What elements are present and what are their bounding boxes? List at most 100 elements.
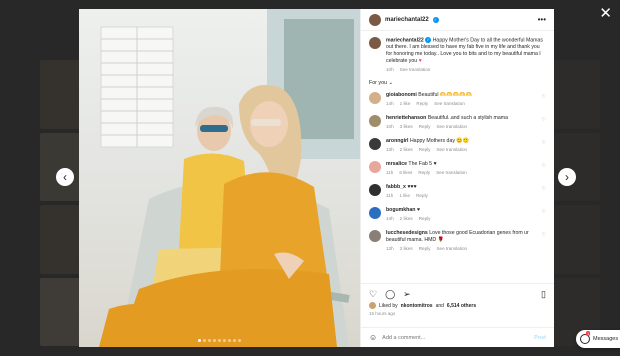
comment-likes[interactable]: 2 likes [400,147,413,152]
like-heart-icon[interactable]: ♡ [369,289,377,299]
more-options-icon[interactable]: ••• [538,15,546,24]
comment-like-heart-icon[interactable]: ♡ [542,117,546,123]
emoji-smiley-icon[interactable]: ☺ [369,333,377,342]
comment-reply-link[interactable]: Reply [419,147,431,152]
post-timestamp: 15 hours ago [369,311,396,316]
comment-like-heart-icon[interactable]: ♡ [542,94,546,100]
comment-like-heart-icon[interactable]: ♡ [542,232,546,238]
post-caption: mariechantal22 ✓ Happy Mother's Day to a… [369,37,546,72]
liked-by-summary[interactable]: Liked by nkontomitros and 6,514 others [369,302,546,309]
comment-text: Happy Mothers day 😊🙂 [409,138,470,145]
post-actions: ♡ ◯ ➢ ▯ Liked by nkontomitros and 6,514 … [361,283,554,327]
comment-username[interactable]: aronngirl [386,138,408,144]
verified-badge-icon: ✓ [432,16,439,23]
caption-avatar[interactable] [369,37,381,49]
comment-text: Beautiful 🫶🫶🫶🫶🫶 [418,92,473,99]
comment-input[interactable] [382,334,530,341]
liked-by-join: and [435,302,444,309]
commenter-avatar[interactable] [369,115,381,128]
caption-time: 10h [386,67,394,73]
comment-reply-link[interactable]: Reply [418,170,430,175]
liker-avatar [369,302,376,309]
comment-likes[interactable]: 3 likes [400,246,413,251]
post-image[interactable] [79,9,360,347]
comment-likes[interactable]: 1 like [399,193,410,198]
commenter-avatar[interactable] [369,207,381,220]
carousel-dot [203,339,206,342]
for-you-label: For you [369,80,387,87]
carousel-dot [223,339,226,342]
liked-by-user[interactable]: nkontomitros [401,303,433,309]
comments-list[interactable]: mariechantal22 ✓ Happy Mother's Day to a… [361,31,554,283]
post-modal: mariechantal22 ✓ ••• mariechantal22 ✓ Ha… [79,9,554,347]
comment-text: Beautiful..and such a stylish mama [427,115,508,122]
comment-reply-link[interactable]: Reply [416,101,428,106]
comment-time: 11h [386,170,394,176]
comment-likes[interactable]: 6 likes [399,170,412,175]
bookmark-icon[interactable]: ▯ [541,289,546,299]
comment-row: gioiabonomi Beautiful 🫶🫶🫶🫶🫶 14h 1 like R… [369,92,546,115]
comment-like-heart-icon[interactable]: ♡ [542,163,546,169]
comment-reply-link[interactable]: Reply [416,193,428,198]
comment-likes[interactable]: 3 likes [400,124,413,129]
comment-like-heart-icon[interactable]: ♡ [542,186,546,192]
comment-time: 13h [386,246,394,252]
carousel-dot [198,339,201,342]
for-you-filter[interactable]: For you ⌄ [369,80,546,86]
comment-time: 13h [386,147,394,153]
see-translation-link[interactable]: See translation [434,101,465,106]
comment-likes[interactable]: 1 like [400,101,411,106]
commenter-avatar[interactable] [369,138,381,151]
close-icon[interactable]: ✕ [599,6,612,21]
comment-row: mrsalice The Fab 5 ♥ 11h 6 likes Reply S… [369,161,546,184]
comment-like-heart-icon[interactable]: ♡ [542,140,546,146]
commenter-avatar[interactable] [369,92,381,105]
messages-label: Messages [593,336,619,342]
see-translation-link[interactable]: See translation [436,246,467,251]
comment-username[interactable]: gioiabonomi [386,92,417,98]
comment-username[interactable]: fabbb_x [386,184,406,190]
carousel-dot [233,339,236,342]
comment-username[interactable]: lucchesedesigns [386,230,428,236]
author-avatar[interactable] [369,13,381,26]
comment-row: lucchesedesigns Love those good Ecuadori… [369,230,546,253]
chevron-down-icon: ⌄ [388,80,393,87]
comment-username[interactable]: henriettehanson [386,115,426,121]
comment-username[interactable]: mrsalice [386,161,407,167]
see-translation-link[interactable]: See translation [436,124,467,129]
comment-likes[interactable]: 2 likes [400,216,413,221]
caption-username[interactable]: mariechantal22 [386,37,424,43]
see-translation-link[interactable]: See translation [400,67,431,72]
comment-bubble-icon[interactable]: ◯ [385,289,395,299]
commenter-avatar[interactable] [369,184,381,197]
messenger-icon: 1 [580,331,591,344]
see-translation-link[interactable]: See translation [436,147,467,152]
author-username[interactable]: mariechantal22 [385,17,429,23]
messages-button[interactable]: 1 Messages [576,330,620,348]
comment-reply-link[interactable]: Reply [419,124,431,129]
commenter-avatar[interactable] [369,230,381,243]
caption-heart-emoji: ♥ [418,58,422,65]
comment-text: ♥ [416,207,420,214]
next-post-chevron-icon[interactable]: › [558,168,576,186]
commenter-avatar[interactable] [369,161,381,174]
comment-time: 11h [386,193,394,199]
previous-post-chevron-icon[interactable]: ‹ [56,168,74,186]
comment-reply-link[interactable]: Reply [419,216,431,221]
add-comment-bar: ☺ Post [361,327,554,347]
liked-by-others[interactable]: 6,514 others [447,303,476,309]
post-comment-button[interactable]: Post [534,335,546,341]
comment-username[interactable]: bogumkhan [386,207,415,213]
comment-row: fabbb_x ♥♥♥ 11h 1 like Reply ♡ [369,184,546,207]
comment-time: 10h [386,124,394,130]
comment-text: The Fab 5 ♥ [408,161,437,168]
comment-like-heart-icon[interactable]: ♡ [542,209,546,215]
post-header: mariechantal22 ✓ ••• [361,9,554,31]
comment-reply-link[interactable]: Reply [419,246,431,251]
comment-text: ♥♥♥ [407,184,417,191]
see-translation-link[interactable]: See translation [436,170,467,175]
share-send-icon[interactable]: ➢ [403,289,411,299]
verified-badge-icon: ✓ [425,37,432,43]
carousel-dot [228,339,231,342]
comment-row: bogumkhan ♥ 14h 2 likes Reply ♡ [369,207,546,230]
